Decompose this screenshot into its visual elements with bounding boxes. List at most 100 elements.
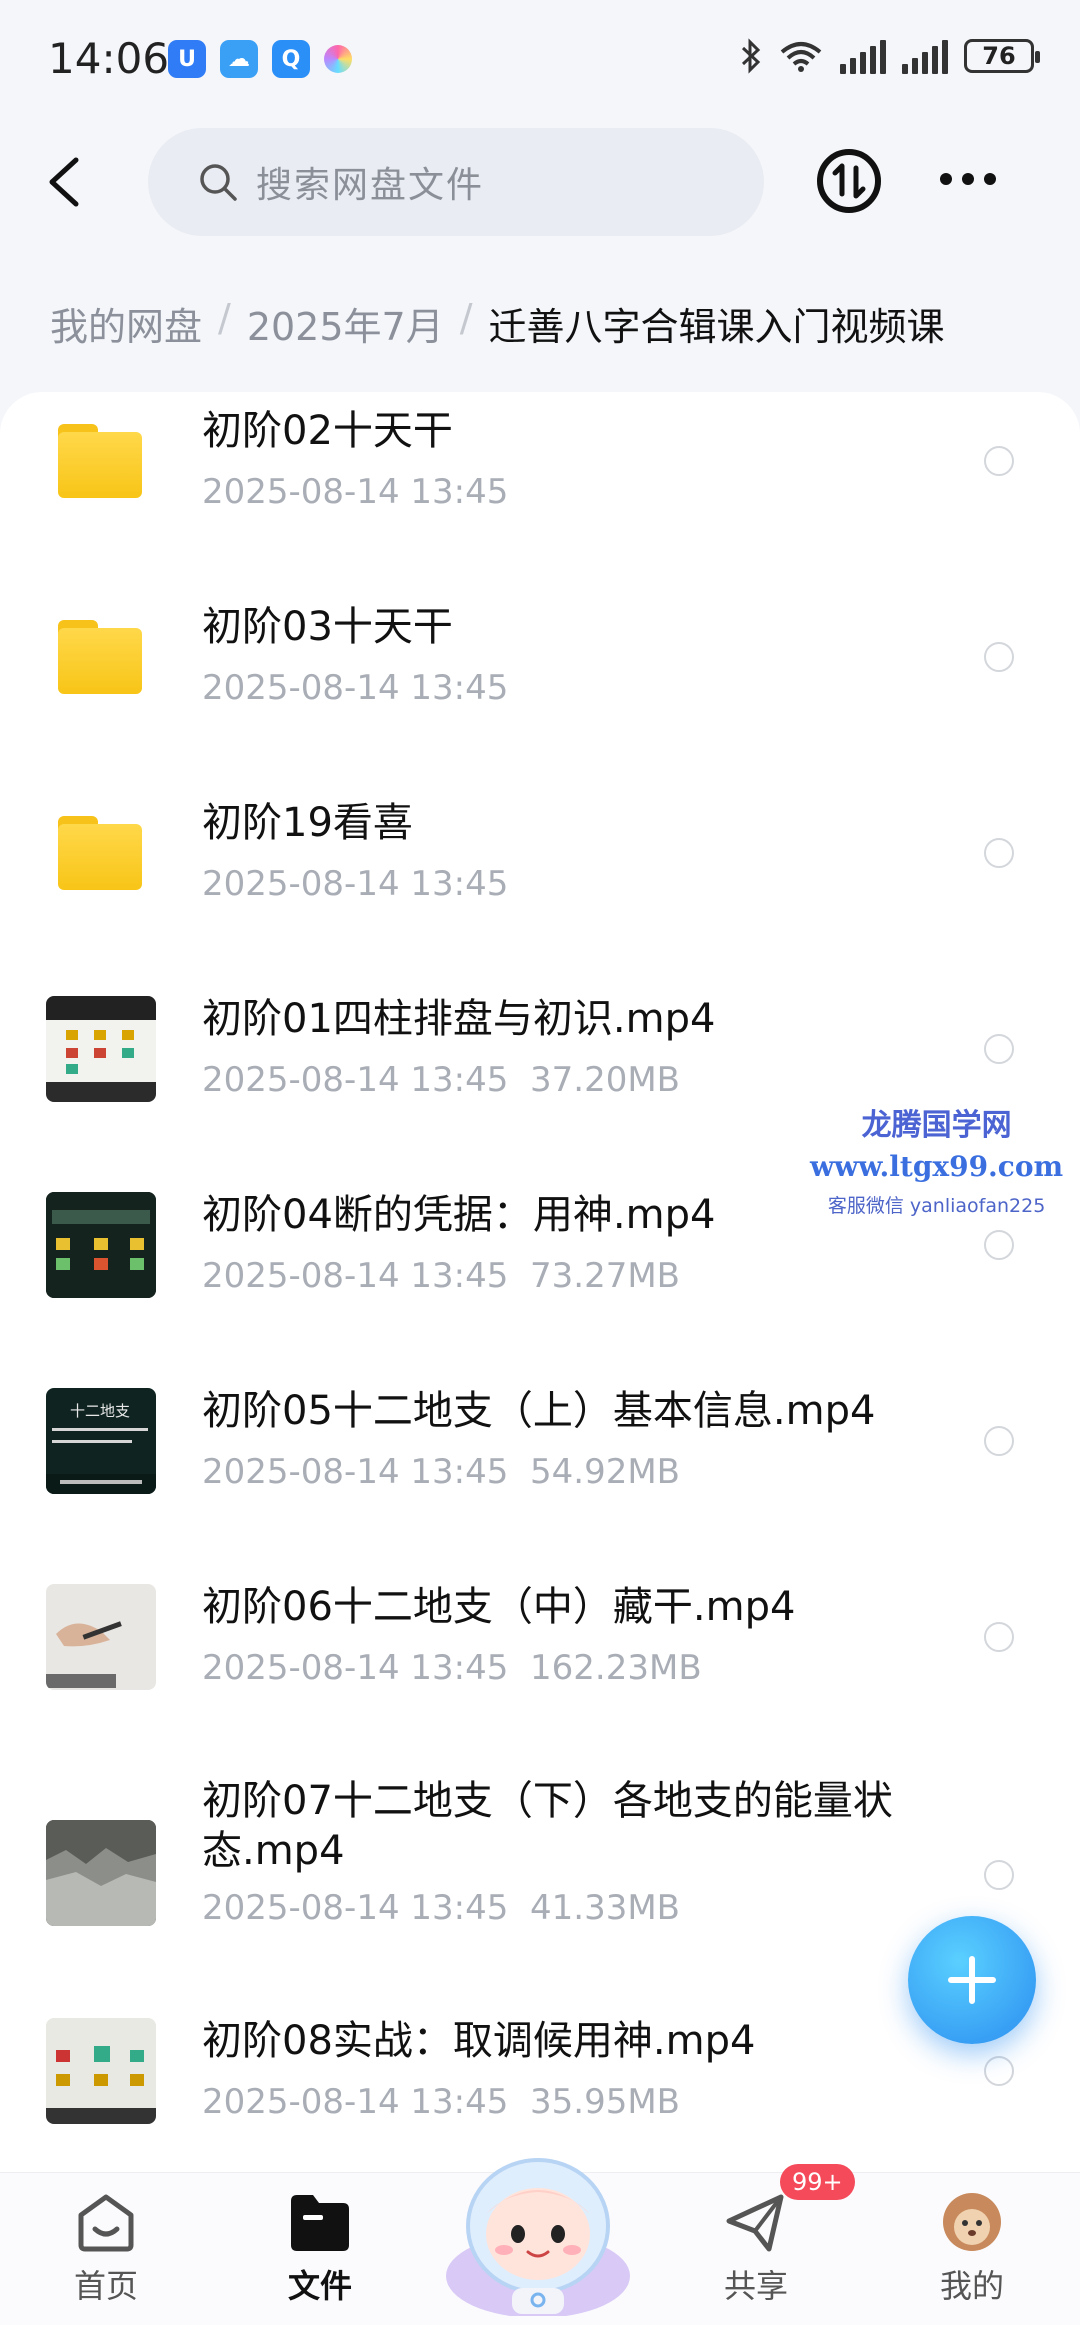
breadcrumb-root[interactable]: 我的网盘 [50,296,202,351]
file-meta: 2025-08-14 13:45 41.33MB [202,1888,680,1928]
file-meta: 2025-08-14 13:45 73.27MB [202,1256,680,1296]
system-indicators: 76 [740,38,1040,74]
file-size: 41.33MB [530,1888,681,1928]
video-thumbnail [46,1820,156,1926]
search-bar[interactable]: 搜索网盘文件 [148,128,764,236]
watermark-title: 龙腾国学网 [861,1108,1012,1143]
breadcrumb-separator: / [459,296,473,340]
file-name: 初阶08实战：取调候用神.mp4 [202,2018,756,2064]
notification-icons: U ☁ Q [168,40,352,78]
share-send-icon [726,2194,784,2252]
search-icon [200,164,237,201]
watermark-url: www.ltgx99.com [810,1150,1064,1183]
file-name: 初阶06十二地支（中）藏干.mp4 [202,1584,796,1630]
file-size: 54.92MB [530,1452,681,1492]
select-radio[interactable] [984,446,1014,476]
folder-nav-icon [291,2195,349,2251]
add-button[interactable] [908,1916,1036,2044]
file-list: 初阶02十天干 2025-08-14 13:45 初阶03十天干 2025-08… [0,392,1080,2172]
file-date: 2025-08-14 13:45 [202,1888,509,1928]
watermark-contact: 客服微信 yanliaofan225 [827,1195,1046,1217]
nav-files[interactable]: 文件 [260,2191,380,2307]
top-bar: 搜索网盘文件 [0,128,1080,238]
file-size: 73.27MB [530,1256,681,1296]
nav-mine-label: 我的 [939,2267,1004,2305]
app-notification-icon: U [168,40,206,78]
file-row[interactable]: 初阶06十二地支（中）藏干.mp4 2025-08-14 13:45 162.2… [0,1568,1080,1764]
signal-icon [840,38,886,74]
file-name: 初阶01四柱排盘与初识.mp4 [202,996,716,1042]
more-options-icon[interactable] [940,164,1000,194]
wifi-icon [780,42,822,72]
video-thumbnail [46,1584,156,1690]
file-meta: 2025-08-14 13:45 37.20MB [202,1060,680,1100]
folder-icon [58,620,142,694]
file-row[interactable]: 十二地支 初阶05十二地支（上）基本信息.mp4 2025-08-14 13:4… [0,1372,1080,1568]
select-radio[interactable] [984,838,1014,868]
watermark: 龙腾国学网 www.ltgx99.com 客服微信 yanliaofan225 [810,1100,1063,1218]
file-date: 2025-08-14 13:45 [202,1648,509,1688]
status-bar: 14:06 U ☁ Q 76 [0,0,1080,120]
file-meta: 2025-08-14 13:45 [202,668,508,708]
file-date: 2025-08-14 13:45 [202,1060,509,1100]
file-meta: 2025-08-14 13:45 54.92MB [202,1452,680,1492]
file-row[interactable]: 初阶19看喜 2025-08-14 13:45 [0,784,1080,980]
weather-app-icon: ☁ [220,40,258,78]
breadcrumb: 我的网盘 / 2025年7月 / 迁善八字合辑课入门视频课 [50,296,945,351]
nav-files-label: 文件 [287,2267,352,2305]
signal-icon-2 [902,38,948,74]
select-radio[interactable] [984,2056,1014,2086]
file-date: 2025-08-14 13:45 [202,472,509,512]
battery-icon: 76 [964,39,1040,73]
folder-icon [58,424,142,498]
file-name: 初阶19看喜 [202,800,413,846]
select-radio[interactable] [984,1034,1014,1064]
search-app-icon: Q [272,40,310,78]
select-radio[interactable] [984,1622,1014,1652]
nav-share[interactable]: 共享 [696,2191,816,2307]
breadcrumb-separator: / [218,296,231,340]
breadcrumb-level2[interactable]: 2025年7月 [247,296,444,351]
share-badge: 99+ [780,2164,855,2200]
file-row[interactable]: 初阶02十天干 2025-08-14 13:45 [0,392,1080,588]
avatar [943,2193,1001,2251]
file-meta: 2025-08-14 13:45 [202,472,508,512]
file-date: 2025-08-14 13:45 [202,1452,509,1492]
select-radio[interactable] [984,1230,1014,1260]
bluetooth-icon [741,38,761,74]
select-radio[interactable] [984,1860,1014,1890]
nav-home-label: 首页 [73,2267,138,2305]
nav-mine[interactable]: 我的 [912,2191,1032,2307]
file-date: 2025-08-14 13:45 [202,864,509,904]
battery-level: 76 [982,42,1016,70]
file-date: 2025-08-14 13:45 [202,1256,509,1296]
file-date: 2025-08-14 13:45 [202,668,509,708]
nav-home[interactable]: 首页 [46,2191,166,2307]
plus-icon [948,1956,996,2004]
file-size: 37.20MB [530,1060,681,1100]
video-thumbnail: 十二地支 [46,1388,156,1494]
home-icon [78,2194,134,2252]
back-icon[interactable] [40,154,90,210]
transfer-icon[interactable] [816,148,882,214]
select-radio[interactable] [984,1426,1014,1456]
select-radio[interactable] [984,642,1014,672]
file-name: 初阶03十天干 [202,604,453,650]
breadcrumb-current: 迁善八字合辑课入门视频课 [488,305,945,349]
video-thumbnail [46,1192,156,1298]
file-meta: 2025-08-14 13:45 162.23MB [202,1648,702,1688]
file-name: 初阶05十二地支（上）基本信息.mp4 [202,1388,876,1434]
nav-share-label: 共享 [723,2267,788,2305]
ai-assistant-mascot-icon[interactable] [432,2116,644,2316]
status-time: 14:06 [48,34,170,83]
search-placeholder: 搜索网盘文件 [256,165,485,206]
file-name: 初阶02十天干 [202,408,453,454]
file-row[interactable]: 初阶03十天干 2025-08-14 13:45 [0,588,1080,784]
video-thumbnail [46,2018,156,2124]
file-size: 162.23MB [530,1648,702,1688]
file-meta: 2025-08-14 13:45 [202,864,508,904]
folder-icon [58,816,142,890]
video-thumbnail [46,996,156,1102]
file-name: 初阶07十二地支（下）各地支的能量状态.mp4 [202,1778,893,1874]
assistant-app-icon [324,45,352,73]
